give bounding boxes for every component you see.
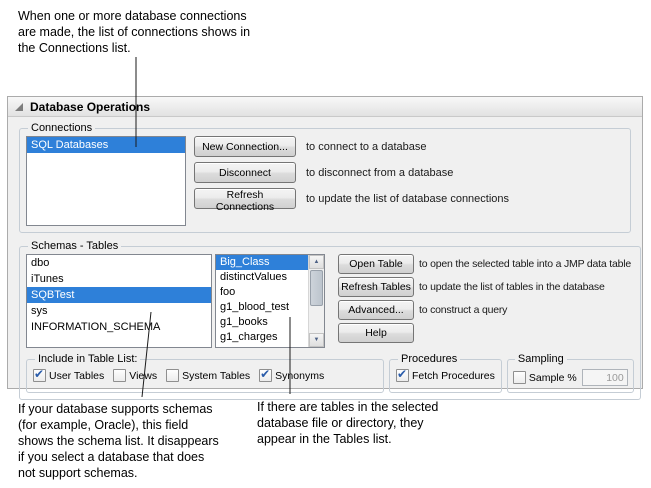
checkbox-checked-icon — [259, 369, 272, 382]
include-group-title: Include in Table List: — [35, 353, 140, 365]
connections-list[interactable]: SQL Databases — [26, 136, 186, 226]
checkbox-label: Fetch Procedures — [412, 370, 495, 382]
checkbox-checked-icon — [33, 369, 46, 382]
sample-percent-input[interactable] — [582, 369, 628, 386]
annotation-line: database file or directory, they — [257, 415, 438, 431]
connections-actions: New Connection... to connect to a databa… — [194, 136, 509, 209]
scroll-up-icon[interactable] — [309, 255, 324, 269]
annotation-line: When one or more database connections — [18, 8, 250, 24]
tables-list[interactable]: Big_Class distinctValues foo g1_blood_te… — [215, 254, 325, 348]
table-list-item[interactable]: foo — [216, 285, 308, 300]
checkbox-synonyms[interactable]: Synonyms — [259, 369, 324, 382]
checkbox-system-tables[interactable]: System Tables — [166, 369, 250, 382]
checkbox-fetch-procedures[interactable]: Fetch Procedures — [396, 369, 495, 382]
schemas-list[interactable]: dbo iTunes SQBTest sys INFORMATION_SCHEM… — [26, 254, 212, 348]
checkbox-sample-percent[interactable]: Sample % — [513, 371, 577, 384]
checkbox-unchecked-icon — [166, 369, 179, 382]
action-description: to construct a query — [419, 304, 507, 316]
checkbox-unchecked-icon — [113, 369, 126, 382]
annotation-line: appear in the Tables list. — [257, 431, 438, 447]
database-operations-panel: Database Operations Connections SQL Data… — [7, 96, 643, 389]
schema-list-item[interactable]: sys — [27, 303, 211, 319]
include-in-table-list-group: Include in Table List: User Tables Views — [26, 353, 384, 393]
schemas-tables-lists: dbo iTunes SQBTest sys INFORMATION_SCHEM… — [26, 254, 634, 348]
schema-list-item[interactable]: iTunes — [27, 271, 211, 287]
help-button[interactable]: Help — [338, 323, 414, 343]
connections-group-title: Connections — [28, 122, 95, 134]
annotation-line: If your database supports schemas — [18, 401, 219, 417]
panel-body: Connections SQL Databases New Connection… — [8, 117, 642, 408]
schema-list-item[interactable]: dbo — [27, 255, 211, 271]
schemas-tables-group: Schemas - Tables dbo iTunes SQBTest sys … — [19, 240, 641, 400]
sampling-group-title: Sampling — [515, 353, 567, 365]
action-description: to open the selected table into a JMP da… — [419, 258, 631, 270]
table-list-item[interactable]: g1_books — [216, 315, 308, 330]
checkbox-unchecked-icon — [513, 371, 526, 384]
annotation-line: shows the schema list. It disappears — [18, 433, 219, 449]
tables-list-items: Big_Class distinctValues foo g1_blood_te… — [216, 255, 308, 347]
checkbox-label: Views — [129, 370, 157, 382]
disconnect-button[interactable]: Disconnect — [194, 162, 296, 183]
annotation-line: not support schemas. — [18, 465, 219, 481]
refresh-tables-button[interactable]: Refresh Tables — [338, 277, 414, 297]
panel-header: Database Operations — [8, 97, 642, 117]
advanced-button[interactable]: Advanced... — [338, 300, 414, 320]
annotation-line: If there are tables in the selected — [257, 399, 438, 415]
checkbox-label: System Tables — [182, 370, 250, 382]
table-list-options-row: Include in Table List: User Tables Views — [26, 353, 634, 393]
sampling-group: Sampling Sample % — [507, 353, 634, 393]
checkbox-label: User Tables — [49, 370, 104, 382]
checkbox-views[interactable]: Views — [113, 369, 157, 382]
table-list-item[interactable]: distinctValues — [216, 270, 308, 285]
action-description: to update the list of database connectio… — [306, 193, 509, 205]
checkbox-label: Sample % — [529, 372, 577, 384]
scrollbar-thumb[interactable] — [310, 270, 323, 306]
action-description: to update the list of tables in the data… — [419, 281, 605, 293]
schema-list-item[interactable]: SQBTest — [27, 287, 211, 303]
action-description: to disconnect from a database — [306, 167, 453, 179]
annotation-line: are made, the list of connections shows … — [18, 24, 250, 40]
annotation-line: (for example, Oracle), this field — [18, 417, 219, 433]
annotation-tables-note: If there are tables in the selected data… — [257, 399, 438, 447]
tables-actions: Open Table to open the selected table in… — [338, 254, 631, 343]
procedures-group: Procedures Fetch Procedures — [389, 353, 502, 393]
procedures-group-title: Procedures — [398, 353, 460, 365]
checkbox-user-tables[interactable]: User Tables — [33, 369, 104, 382]
annotation-connections-note: When one or more database connections ar… — [18, 8, 250, 56]
open-table-button[interactable]: Open Table — [338, 254, 414, 274]
annotation-line: the Connections list. — [18, 40, 250, 56]
connections-group: Connections SQL Databases New Connection… — [19, 122, 631, 233]
refresh-connections-button[interactable]: Refresh Connections — [194, 188, 296, 209]
panel-title: Database Operations — [30, 100, 150, 114]
schemas-tables-group-title: Schemas - Tables — [28, 240, 121, 252]
action-description: to connect to a database — [306, 141, 426, 153]
schema-list-item[interactable]: INFORMATION_SCHEMA — [27, 319, 211, 335]
disclosure-triangle-icon[interactable] — [15, 103, 23, 111]
scroll-down-icon[interactable] — [309, 333, 324, 347]
checkbox-label: Synonyms — [275, 370, 324, 382]
connection-list-item[interactable]: SQL Databases — [27, 137, 185, 153]
new-connection-button[interactable]: New Connection... — [194, 136, 296, 157]
page: When one or more database connections ar… — [0, 0, 651, 488]
checkbox-checked-icon — [396, 369, 409, 382]
table-list-item[interactable]: g1_charges — [216, 330, 308, 345]
table-list-item[interactable]: Big_Class — [216, 255, 308, 270]
annotation-line: if you select a database that does — [18, 449, 219, 465]
tables-scrollbar[interactable] — [308, 255, 324, 347]
table-list-item[interactable]: g1_blood_test — [216, 300, 308, 315]
annotation-schemas-note: If your database supports schemas (for e… — [18, 401, 219, 481]
scrollbar-track[interactable] — [309, 307, 324, 333]
